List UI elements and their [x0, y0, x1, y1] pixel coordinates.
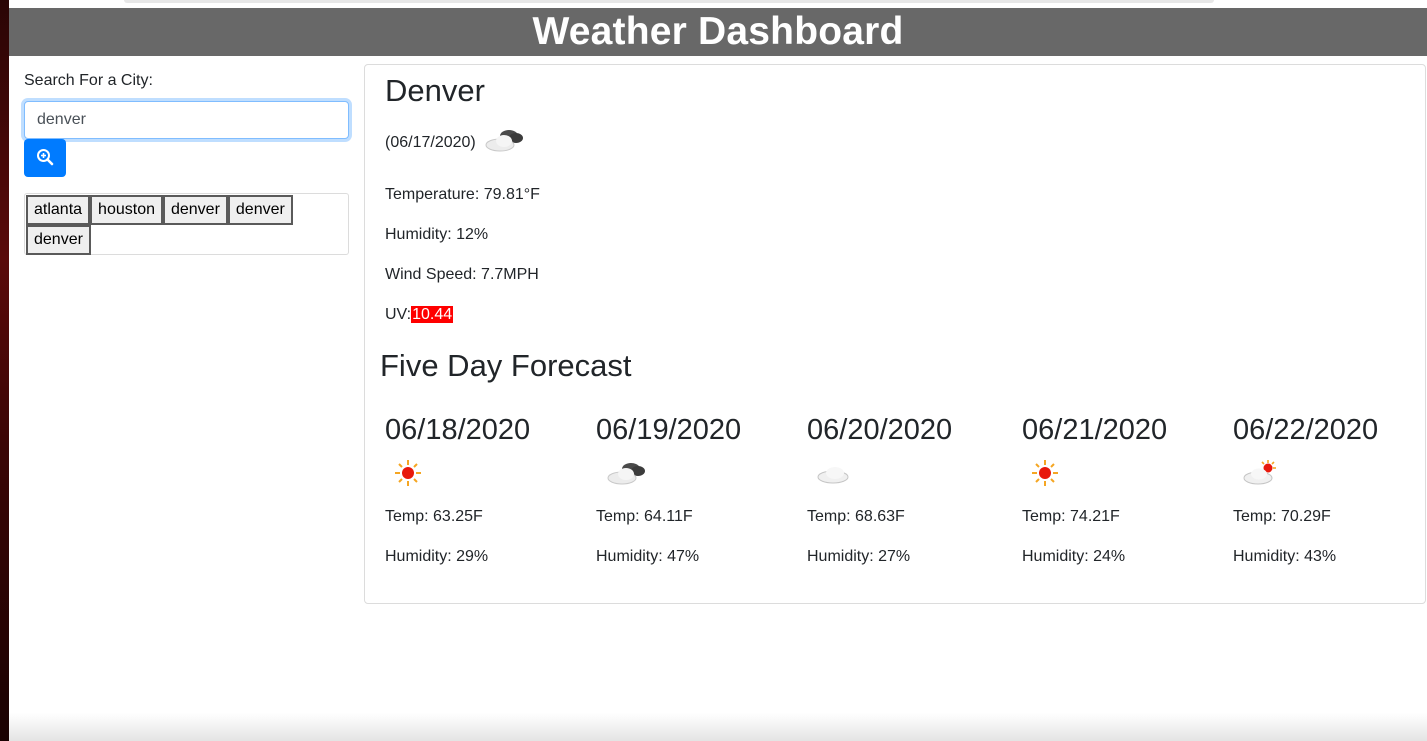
forecast-humidity: Humidity: 47%	[596, 548, 700, 565]
history-item-button[interactable]: denver	[162, 195, 228, 225]
search-button[interactable]	[24, 139, 66, 177]
history-item-button[interactable]: atlanta	[26, 195, 91, 225]
forecast-day: 06/21/2020 Temp: 74.21F Humidity: 24%	[1022, 412, 1222, 565]
broken-clouds-icon	[482, 125, 526, 160]
window-edge	[0, 0, 9, 741]
history-item-button[interactable]: houston	[90, 195, 163, 225]
forecast-humidity: Humidity: 27%	[807, 548, 911, 565]
search-zoom-icon	[36, 148, 54, 169]
forecast-date: 06/19/2020	[596, 414, 742, 446]
page-title: Weather Dashboard	[532, 10, 904, 53]
forecast-date: 06/21/2020	[1022, 414, 1168, 446]
forecast-day: 06/20/2020 Temp: 68.63F Humidity: 27%	[807, 412, 1007, 565]
browser-top-strip	[9, 0, 1427, 8]
few-clouds-icon	[1241, 458, 1281, 493]
forecast-date: 06/22/2020	[1233, 414, 1379, 446]
forecast-temp: Temp: 63.25F	[385, 508, 483, 525]
history-item-button[interactable]: denver	[26, 225, 91, 255]
forecast-humidity: Humidity: 24%	[1022, 548, 1126, 565]
city-name: Denver	[385, 73, 485, 108]
window-bottom-shadow	[9, 713, 1427, 741]
search-history-list: atlanta houston denver denver denver	[24, 193, 349, 255]
search-label: Search For a City:	[24, 72, 153, 89]
forecast-title: Five Day Forecast	[380, 348, 632, 383]
forecast-temp: Temp: 70.29F	[1233, 508, 1331, 525]
current-humidity: Humidity: 12%	[385, 226, 489, 243]
history-item-button[interactable]: denver	[227, 195, 293, 225]
clear-sun-icon	[393, 458, 423, 493]
weather-card: Denver (06/17/2020) Temperature: 79.81°F…	[364, 64, 1426, 604]
current-temperature: Temperature: 79.81°F	[385, 186, 540, 203]
broken-clouds-icon	[604, 458, 648, 493]
forecast-temp: Temp: 74.21F	[1022, 508, 1120, 525]
current-date-row: (06/17/2020)	[385, 125, 526, 160]
search-input[interactable]	[24, 101, 349, 139]
header-bar: Weather Dashboard	[9, 8, 1427, 56]
current-date: (06/17/2020)	[385, 133, 476, 151]
forecast-humidity: Humidity: 43%	[1233, 548, 1337, 565]
forecast-day: 06/18/2020 Temp: 63.25F Humidity: 29%	[385, 412, 585, 565]
clear-sun-icon	[1030, 458, 1060, 493]
current-wind-speed: Wind Speed: 7.7MPH	[385, 266, 539, 283]
forecast-day: 06/22/2020 Temp: 70.29F Humidity: 43%	[1233, 412, 1427, 565]
forecast-date: 06/20/2020	[807, 414, 953, 446]
search-sidebar: Search For a City: atlanta houston denve…	[24, 70, 349, 255]
current-uv: UV:10.44	[385, 305, 454, 325]
forecast-humidity: Humidity: 29%	[385, 548, 489, 565]
scattered-clouds-icon	[815, 458, 855, 493]
forecast-temp: Temp: 64.11F	[596, 508, 693, 525]
forecast-date: 06/18/2020	[385, 414, 531, 446]
uv-label: UV:	[385, 306, 412, 323]
forecast-day: 06/19/2020 Temp: 64.11F Humidity: 47%	[596, 412, 796, 565]
uv-index-badge: 10.44	[411, 306, 454, 323]
forecast-temp: Temp: 68.63F	[807, 508, 905, 525]
